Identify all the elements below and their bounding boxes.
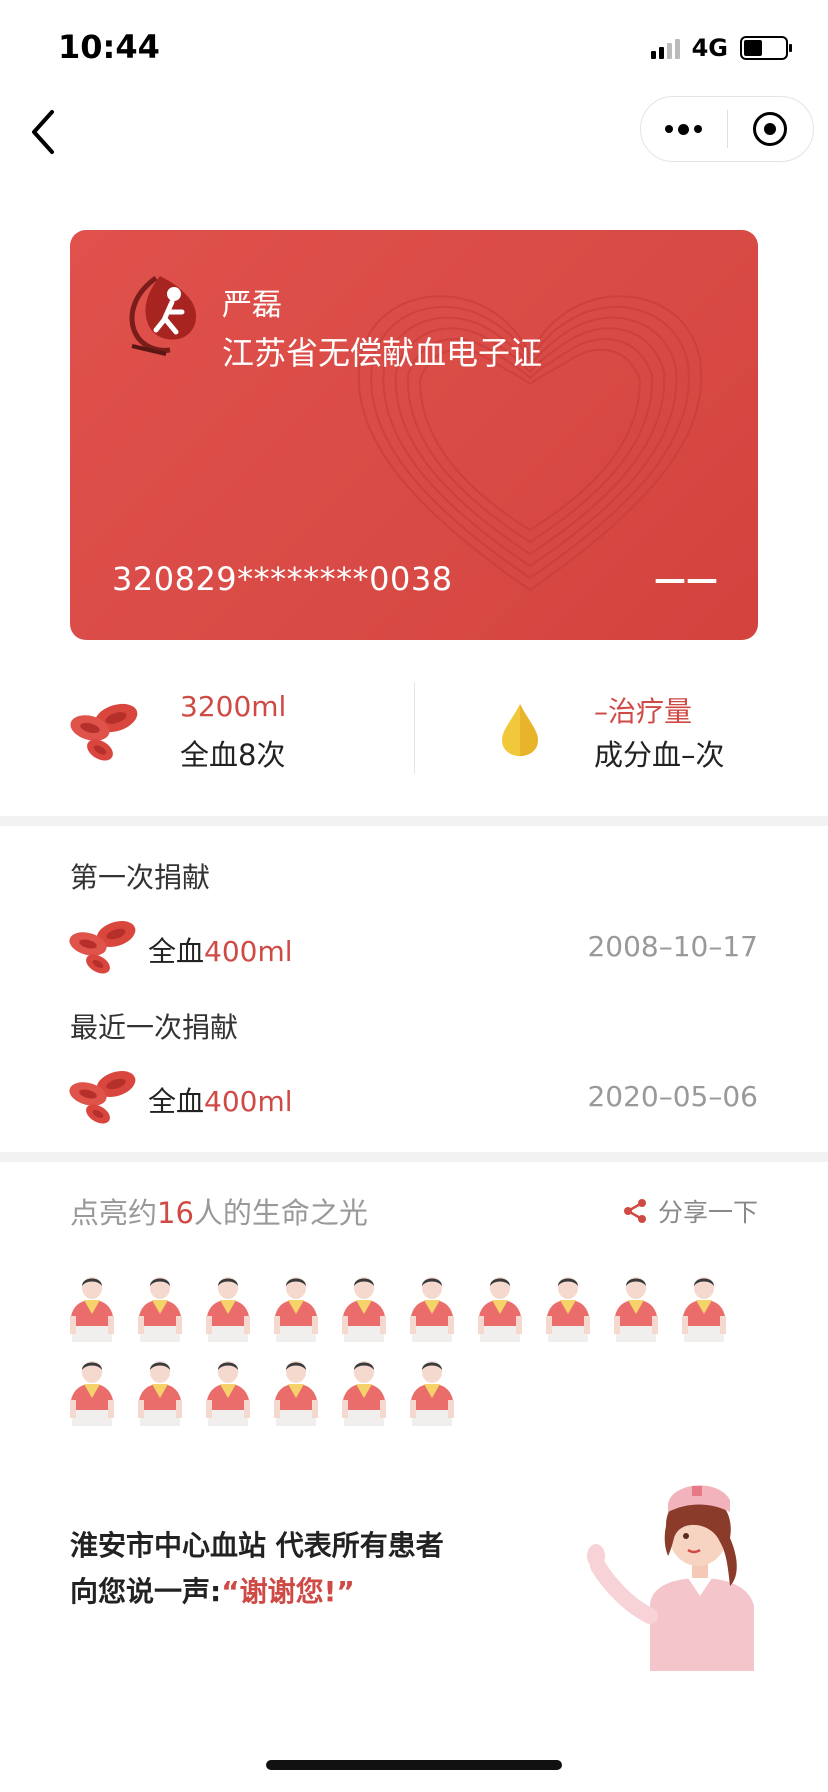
red-blood-cells-icon <box>69 921 136 974</box>
id-number: 320829********0038 <box>112 560 453 598</box>
card-title: 江苏省无偿献血电子证 <box>222 334 543 372</box>
thanks-prefix: 向您说一声: <box>70 1575 222 1608</box>
share-icon <box>623 1199 646 1223</box>
lives-lit-title: 点亮约16人的生命之光 <box>70 1190 368 1232</box>
battery-icon <box>740 36 792 60</box>
home-indicator <box>266 1760 562 1770</box>
latest-donation-date: 2020–05–06 <box>587 1080 758 1113</box>
lives-lit-count: 16 <box>157 1196 194 1230</box>
person-icon <box>138 1277 182 1342</box>
more-button[interactable] <box>641 97 727 161</box>
red-blood-cells-icon <box>69 1071 136 1124</box>
person-icon <box>206 1277 250 1342</box>
whole-blood-count: 全血8次 <box>180 738 286 772</box>
donation-type-label: 全血 <box>148 935 205 968</box>
person-icon <box>70 1361 114 1426</box>
person-icon <box>410 1277 454 1342</box>
donation-amount: 400ml <box>204 935 293 968</box>
latest-donation-type: 全血400ml <box>148 1080 293 1120</box>
first-donation-heading: 第一次捐献 <box>70 861 211 894</box>
thanks-line-1: 淮安市中心血站 代表所有患者 <box>70 1529 444 1562</box>
status-bar: 10:44 4G <box>0 0 828 100</box>
latest-donation-heading: 最近一次捐献 <box>70 1011 239 1044</box>
person-icon <box>206 1361 250 1426</box>
person-icon <box>546 1277 590 1342</box>
target-icon <box>753 112 788 146</box>
red-blood-cells-icon <box>70 703 138 761</box>
lives-lit-prefix: 点亮约 <box>70 1196 158 1230</box>
donor-name: 严磊 <box>222 288 282 323</box>
stats-divider <box>414 682 415 774</box>
lives-lit-suffix: 人的生命之光 <box>193 1196 368 1230</box>
person-icon <box>410 1361 454 1426</box>
plasma-drop-icon <box>502 704 538 756</box>
person-icon <box>478 1277 522 1342</box>
person-icon <box>138 1361 182 1426</box>
share-button[interactable]: 分享一下 <box>622 1193 758 1229</box>
share-label: 分享一下 <box>657 1198 758 1227</box>
person-icon <box>682 1277 726 1342</box>
thanks-quote: “谢谢您!” <box>221 1575 355 1608</box>
donor-card: 严磊 江苏省无偿献血电子证 320829********0038 —— <box>70 230 758 640</box>
person-icon <box>614 1277 658 1342</box>
close-button[interactable] <box>728 97 814 161</box>
network-type: 4G <box>691 34 728 62</box>
whole-blood-volume: 3200ml <box>180 690 287 723</box>
mini-program-capsule <box>640 96 814 162</box>
thanks-line-2: 向您说一声:“谢谢您!” <box>70 1570 355 1610</box>
nurse-illustration-icon <box>587 1485 754 1671</box>
first-donation-date: 2008–10–17 <box>587 930 758 963</box>
section-divider <box>0 1152 828 1162</box>
donation-stats: 3200ml 全血8次 –治疗量 成分血–次 <box>0 680 828 780</box>
component-count: 成分血–次 <box>594 738 725 772</box>
person-icon <box>342 1277 386 1342</box>
person-icon <box>274 1361 318 1426</box>
first-donation-type: 全血400ml <box>148 930 293 970</box>
donation-amount: 400ml <box>204 1085 293 1118</box>
chevron-left-icon <box>32 110 54 154</box>
section-divider <box>0 816 828 826</box>
status-time: 10:44 <box>58 28 160 66</box>
signal-icon <box>650 37 680 59</box>
more-dots-icon <box>665 125 674 133</box>
status-indicators: 4G <box>650 34 792 62</box>
person-icon <box>274 1277 318 1342</box>
component-volume: –治疗量 <box>594 695 693 728</box>
back-button[interactable] <box>24 104 64 160</box>
donation-type-label: 全血 <box>148 1085 205 1118</box>
blood-donation-logo-icon <box>129 275 197 356</box>
person-icon <box>70 1277 114 1342</box>
blood-type: —— <box>654 560 718 598</box>
person-icon <box>342 1361 386 1426</box>
